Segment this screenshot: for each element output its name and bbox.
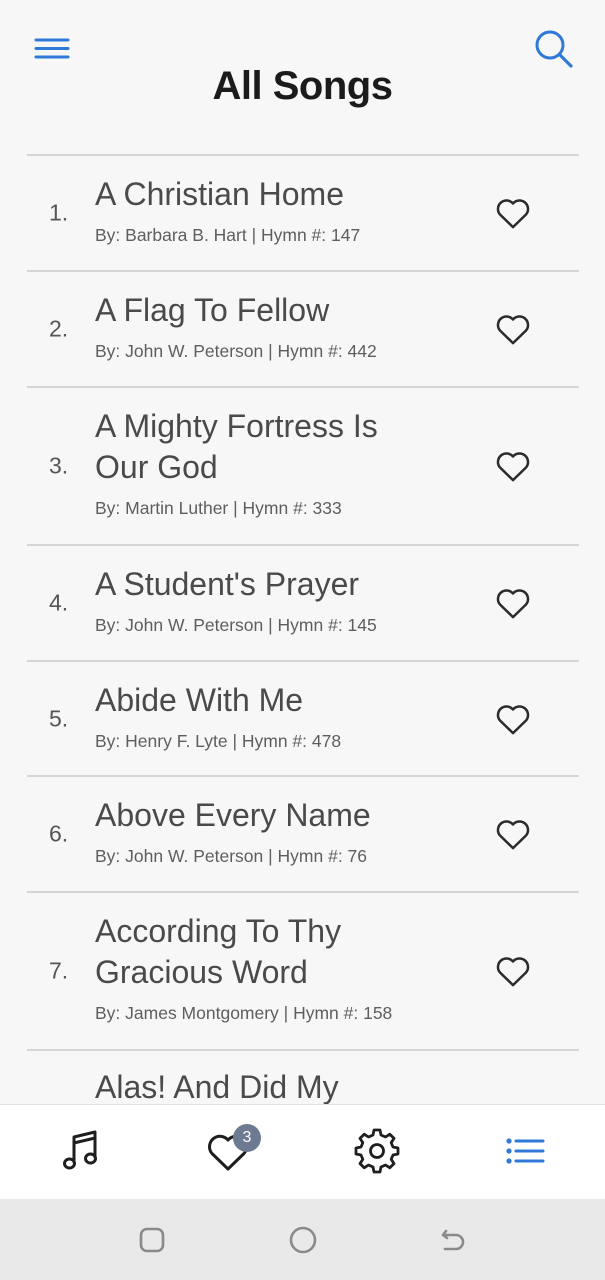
home-icon xyxy=(289,1226,317,1254)
system-navigation-bar xyxy=(0,1199,605,1280)
song-number: 3. xyxy=(49,452,69,479)
page-title: All Songs xyxy=(212,64,393,108)
favorite-heart-icon[interactable] xyxy=(493,446,533,486)
favorites-count-badge: 3 xyxy=(233,1124,261,1152)
nav-settings-button[interactable] xyxy=(351,1125,403,1177)
nav-songs-button[interactable] xyxy=(56,1125,108,1177)
song-row[interactable]: 7. According To Thy Gracious Word By: Ja… xyxy=(27,891,579,1049)
bottom-navigation: 3 xyxy=(0,1104,605,1200)
back-button[interactable] xyxy=(438,1225,468,1255)
menu-button[interactable] xyxy=(34,36,70,62)
back-icon xyxy=(441,1229,465,1251)
gear-icon xyxy=(354,1128,400,1174)
song-subtitle: By: Martin Luther | Hymn #: 333 xyxy=(95,498,342,518)
song-text: Alas! And Did My xyxy=(95,1067,425,1104)
song-subtitle: By: Barbara B. Hart | Hymn #: 147 xyxy=(95,225,361,245)
song-row[interactable]: 6. Above Every Name By: John W. Peterson… xyxy=(27,775,579,891)
song-row[interactable]: 5. Abide With Me By: Henry F. Lyte | Hym… xyxy=(27,660,579,775)
favorite-heart-icon[interactable] xyxy=(493,699,533,739)
song-row[interactable]: 1. A Christian Home By: Barbara B. Hart … xyxy=(27,154,579,270)
recents-button[interactable] xyxy=(137,1225,167,1255)
song-title: A Student's Prayer xyxy=(95,566,360,602)
search-icon xyxy=(535,30,573,68)
song-number: 6. xyxy=(49,820,69,847)
song-text: Above Every Name By: John W. Peterson | … xyxy=(95,795,425,867)
music-note-icon xyxy=(63,1130,97,1170)
song-row[interactable]: Alas! And Did My xyxy=(27,1049,579,1104)
song-list[interactable]: 1. A Christian Home By: Barbara B. Hart … xyxy=(27,154,579,1104)
app-screen: All Songs 1. A Christian Home By: Barbar… xyxy=(0,0,605,1280)
song-text: A Mighty Fortress Is Our God By: Martin … xyxy=(95,406,425,519)
song-text: A Student's Prayer By: John W. Peterson … xyxy=(95,564,425,636)
search-button[interactable] xyxy=(532,28,576,72)
song-number: 5. xyxy=(49,705,69,731)
song-row[interactable]: 4. A Student's Prayer By: John W. Peters… xyxy=(27,544,579,660)
song-number: 4. xyxy=(49,589,69,616)
song-title: Abide With Me xyxy=(95,682,304,718)
song-text: Abide With Me By: Henry F. Lyte | Hymn #… xyxy=(95,680,425,752)
song-text: According To Thy Gracious Word By: James… xyxy=(95,911,425,1024)
hamburger-menu-icon xyxy=(34,38,70,59)
favorite-heart-icon[interactable] xyxy=(493,951,533,991)
favorite-heart-icon[interactable] xyxy=(493,193,533,233)
song-text: A Flag To Fellow By: John W. Peterson | … xyxy=(95,290,425,362)
song-subtitle: By: John W. Peterson | Hymn #: 145 xyxy=(95,615,377,635)
song-row[interactable]: 2. A Flag To Fellow By: John W. Peterson… xyxy=(27,270,579,386)
song-title: A Christian Home xyxy=(95,176,344,212)
favorite-heart-icon[interactable] xyxy=(493,309,533,349)
song-title: Above Every Name xyxy=(95,797,371,833)
song-title: A Mighty Fortress Is Our God xyxy=(95,408,378,485)
song-text: A Christian Home By: Barbara B. Hart | H… xyxy=(95,174,425,246)
header: All Songs xyxy=(0,0,605,155)
song-title: A Flag To Fellow xyxy=(95,292,330,328)
song-subtitle: By: John W. Peterson | Hymn #: 442 xyxy=(95,341,377,361)
favorite-heart-icon[interactable] xyxy=(493,814,533,854)
song-row[interactable]: 3. A Mighty Fortress Is Our God By: Mart… xyxy=(27,386,579,544)
song-title: Alas! And Did My xyxy=(95,1069,339,1104)
home-button[interactable] xyxy=(288,1225,318,1255)
song-subtitle: By: John W. Peterson | Hymn #: 76 xyxy=(95,846,368,866)
song-number: 1. xyxy=(49,199,69,226)
recents-icon xyxy=(139,1227,165,1253)
favorite-heart-icon[interactable] xyxy=(493,583,533,623)
nav-list-button[interactable] xyxy=(500,1125,552,1177)
song-subtitle: By: James Montgomery | Hymn #: 158 xyxy=(95,1003,393,1023)
song-number: 7. xyxy=(49,957,69,984)
song-title: According To Thy Gracious Word xyxy=(95,913,342,990)
list-icon xyxy=(506,1138,545,1164)
song-subtitle: By: Henry F. Lyte | Hymn #: 478 xyxy=(95,731,342,751)
song-number: 2. xyxy=(49,315,69,342)
